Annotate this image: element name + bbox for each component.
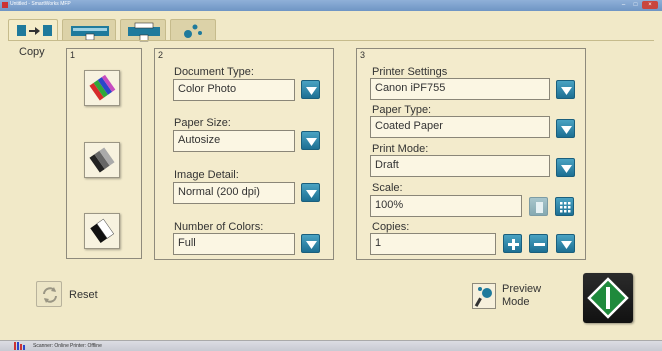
document-type-label: Document Type: [174,66,254,78]
chevron-down-icon [561,87,572,95]
number-of-colors-dropdown-button[interactable] [301,234,320,253]
image-detail-label: Image Detail: [174,169,239,181]
panel-color-mode: 1 [66,48,142,259]
chevron-down-icon [306,241,317,249]
tab-bar [8,19,654,42]
black-white-mode-button[interactable] [84,213,120,249]
print-mode-icon [128,22,160,42]
copies-decrement-button[interactable] [529,234,548,253]
copies-field[interactable]: 1 [370,233,496,255]
color-mode-button[interactable] [84,70,120,106]
printer-dropdown-button[interactable] [556,80,575,99]
tools-icon [184,24,202,38]
reset-label: Reset [69,289,98,301]
chevron-down-icon [306,87,317,95]
panel-number: 2 [158,50,164,60]
print-mode-field[interactable]: Draft [370,155,550,177]
paper-size-field[interactable]: Autosize [173,130,295,152]
preview-mode-button[interactable] [472,283,496,309]
chevron-down-icon [561,241,572,249]
scale-field[interactable]: 100% [370,195,522,217]
preview-mode-label-line1: Preview [502,283,542,295]
paper-type-dropdown-button[interactable] [556,119,575,138]
image-detail-field[interactable]: Normal (200 dpi) [173,182,295,204]
copy-mode-icon [17,25,52,36]
scale-fit-button[interactable] [529,197,548,216]
minus-icon [534,243,545,246]
chevron-down-icon [561,165,572,173]
panel-printer-settings: 3 Printer Settings Canon iPF755 Paper Ty… [356,48,586,260]
preview-icon [474,287,492,307]
copies-increment-button[interactable] [503,234,522,253]
app-body: Copy 1 2 Document Type: Color Photo Pape… [0,11,662,340]
grid-icon [560,202,571,213]
scanner-status: Scanner: Online [33,343,69,349]
maximize-button[interactable]: □ [630,1,641,9]
chevron-down-icon [306,138,317,146]
color-swatch-icon [89,74,116,101]
tab-divider [8,40,654,41]
grayscale-mode-button[interactable] [84,142,120,178]
preview-mode-label-line2: Mode [502,296,530,308]
app-icon [2,2,8,8]
tab-scan[interactable] [62,19,116,41]
paper-type-field[interactable]: Coated Paper [370,116,550,138]
copies-label: Copies: [372,221,410,233]
minimize-button[interactable]: – [618,1,629,9]
number-of-colors-label: Number of Colors: [174,221,264,233]
printer-status: Printer: Offline [70,343,102,349]
document-type-dropdown-button[interactable] [301,80,320,99]
paper-size-dropdown-button[interactable] [301,131,320,150]
reset-button[interactable] [36,281,62,307]
paper-type-label: Paper Type: [372,104,432,116]
title-bar: Untitled - SmartWorks MFP – □ × [0,0,662,11]
copies-dropdown-button[interactable] [556,234,575,253]
chevron-down-icon [306,190,317,198]
page-icon [536,202,543,213]
scale-grid-button[interactable] [555,197,574,216]
copy-section-label: Copy [19,46,45,58]
print-mode-label: Print Mode: [372,143,429,155]
panel-number: 1 [70,50,76,60]
status-bar: Scanner: Online Printer: Offline [0,340,662,351]
plus-icon [508,239,519,250]
image-detail-dropdown-button[interactable] [301,183,320,202]
start-icon [587,277,629,319]
print-mode-dropdown-button[interactable] [556,158,575,177]
scan-mode-icon [71,26,109,41]
start-copy-button[interactable] [583,273,633,323]
tab-print[interactable] [120,19,166,42]
grayscale-icon [89,147,115,173]
close-button[interactable]: × [642,1,658,9]
printer-settings-label: Printer Settings [372,66,448,78]
document-type-field[interactable]: Color Photo [173,79,295,101]
tab-copy[interactable] [8,19,58,41]
panel-scan-settings: 2 Document Type: Color Photo Paper Size:… [154,48,334,260]
scale-label: Scale: [372,182,403,194]
panel-number: 3 [360,50,366,60]
reset-icon [43,287,57,303]
paper-size-label: Paper Size: [174,117,231,129]
status-grid-icon [14,342,25,350]
printer-field[interactable]: Canon iPF755 [370,78,550,100]
tab-tools[interactable] [170,19,216,41]
number-of-colors-field[interactable]: Full [173,233,295,255]
chevron-down-icon [561,126,572,134]
black-white-icon [90,218,115,243]
window-title: Untitled - SmartWorks MFP [10,1,71,7]
